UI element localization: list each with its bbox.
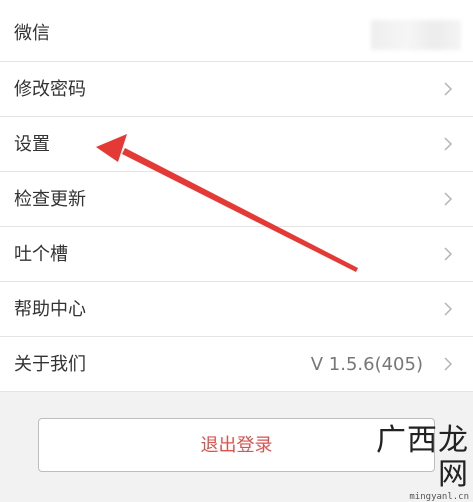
version-value: V 1.5.6(405) (310, 354, 423, 375)
blurred-account-value (371, 20, 461, 50)
menu-item-label: 设置 (14, 134, 50, 155)
menu-item-change-password[interactable]: 修改密码 (0, 62, 473, 117)
menu-item-label: 修改密码 (14, 79, 86, 100)
chevron-right-icon (444, 357, 453, 371)
watermark-url: mingyanl.cn (409, 492, 469, 502)
menu-item-check-update[interactable]: 检查更新 (0, 172, 473, 227)
menu-item-about-us[interactable]: 关于我们 V 1.5.6(405) (0, 337, 473, 392)
chevron-right-icon (444, 192, 453, 206)
menu-item-settings[interactable]: 设置 (0, 117, 473, 172)
menu-item-label: 微信 (14, 23, 50, 44)
watermark-text: 广西龙网 (376, 423, 469, 492)
chevron-right-icon (444, 247, 453, 261)
menu-item-wechat[interactable]: 微信 (0, 0, 473, 62)
chevron-right-icon (444, 82, 453, 96)
chevron-right-icon (444, 302, 453, 316)
menu-item-label: 帮助中心 (14, 299, 86, 320)
chevron-right-icon (444, 137, 453, 151)
menu-item-feedback[interactable]: 吐个槽 (0, 227, 473, 282)
settings-list: 微信 修改密码 设置 检查更新 吐个槽 帮助中心 关于我们 V 1.5.6(40… (0, 0, 473, 392)
menu-item-label: 关于我们 (14, 354, 86, 375)
menu-item-label: 检查更新 (14, 189, 86, 210)
menu-item-label: 吐个槽 (14, 244, 68, 265)
menu-item-help-center[interactable]: 帮助中心 (0, 282, 473, 337)
watermark: 广西龙网 mingyanl.cn (349, 424, 469, 502)
